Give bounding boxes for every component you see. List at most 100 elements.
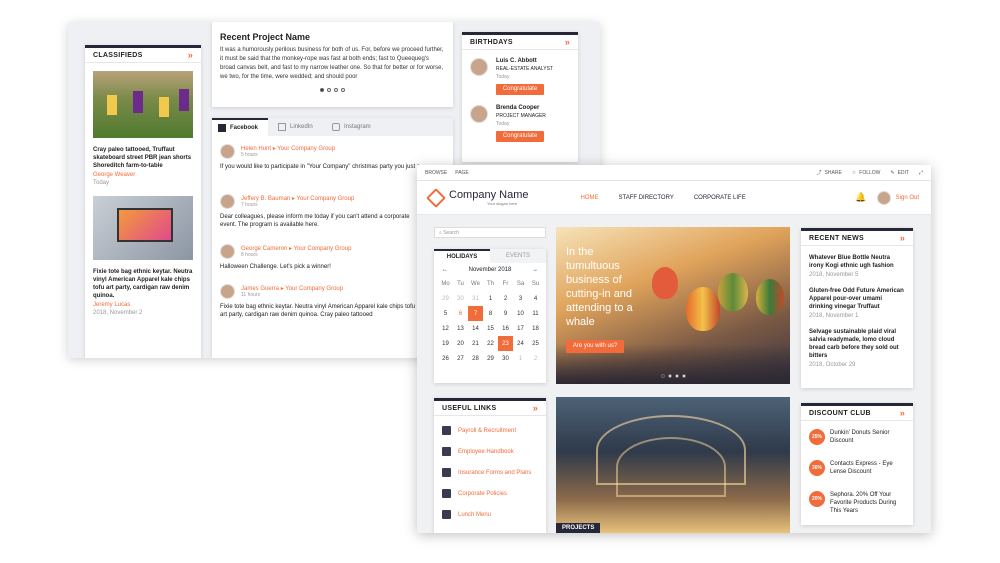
calendar-day[interactable]: 19 <box>438 336 453 351</box>
tab-facebook[interactable]: Facebook <box>212 118 268 136</box>
post-group[interactable]: Your Company Group <box>294 246 352 252</box>
calendar-day[interactable]: 29 <box>438 291 453 306</box>
calendar-day[interactable]: 16 <box>498 321 513 336</box>
link-policies[interactable]: Corporate Policies <box>442 483 538 504</box>
calendar-day[interactable]: 21 <box>468 336 483 351</box>
link-payroll[interactable]: Payroll & Recruitment <box>442 420 538 441</box>
nav-home[interactable]: HOME <box>580 195 598 201</box>
hero-slider[interactable]: In the tumultuous business of cutting-in… <box>556 227 790 384</box>
calendar-day[interactable]: 30 <box>498 351 513 366</box>
laptop-photo[interactable] <box>93 196 193 260</box>
person-name[interactable]: Brenda Cooper <box>496 105 546 111</box>
discount-item[interactable]: 30% Contacts Express - Eye Lense Discoun… <box>809 460 905 491</box>
classified-author[interactable]: Jeremy Lucas <box>93 302 193 308</box>
calendar-day[interactable]: 2 <box>528 351 543 366</box>
classified-author[interactable]: George Weaver <box>93 172 193 178</box>
classified-text[interactable]: Fixie tote bag ethnic keytar. Neutra vin… <box>93 268 193 300</box>
calendar-day[interactable]: 18 <box>528 321 543 336</box>
more-arrow-icon[interactable]: » <box>533 403 538 413</box>
avatar[interactable] <box>470 58 488 76</box>
nav-corporate-life[interactable]: CORPORATE LIFE <box>694 195 746 201</box>
calendar-day[interactable]: 20 <box>453 336 468 351</box>
discount-item[interactable]: 25% Dunkin' Donuts Senior Discount <box>809 429 905 460</box>
carousel-dots[interactable] <box>212 88 453 92</box>
projects-tile[interactable]: PROJECTS <box>556 397 790 533</box>
sign-out-link[interactable]: Sign Out <box>896 195 919 201</box>
news-headline[interactable]: Gluten-free Odd Future American Apparel … <box>809 287 905 311</box>
edit-icon[interactable]: ✎ <box>890 170 894 176</box>
link-handbook[interactable]: Employee Handbook <box>442 441 538 462</box>
hero-cta-button[interactable]: Are you with us? <box>566 340 624 353</box>
more-arrow-icon[interactable]: » <box>900 233 905 243</box>
calendar-day[interactable]: 4 <box>528 291 543 306</box>
avatar[interactable] <box>470 105 488 123</box>
post-group[interactable]: Your Company Group <box>277 146 335 152</box>
browse-tab[interactable]: BROWSE <box>425 170 447 176</box>
person-name[interactable]: Luis C. Abbott <box>496 58 553 64</box>
bell-icon[interactable]: 🔔 <box>855 192 866 203</box>
news-headline[interactable]: Selvage sustainable plaid viral salvia r… <box>809 328 905 360</box>
more-arrow-icon[interactable]: » <box>188 50 193 60</box>
star-icon[interactable]: ☆ <box>852 170 856 176</box>
calendar-day[interactable]: 17 <box>513 321 528 336</box>
calendar-day[interactable]: 29 <box>483 351 498 366</box>
tab-linkedin[interactable]: LinkedIn <box>268 118 324 136</box>
page-tab[interactable]: PAGE <box>455 170 469 176</box>
classified-text[interactable]: Cray paleo tattooed, Truffaut skateboard… <box>93 146 193 170</box>
calendar-day[interactable]: 26 <box>438 351 453 366</box>
calendar-day[interactable]: 10 <box>513 306 528 321</box>
calendar-day[interactable]: 22 <box>483 336 498 351</box>
search-input[interactable]: ⌕ Search <box>434 227 546 238</box>
calendar-day[interactable]: 30 <box>453 291 468 306</box>
follow-button[interactable]: FOLLOW <box>859 170 880 176</box>
calendar-day[interactable]: 2 <box>498 291 513 306</box>
user-avatar[interactable] <box>876 190 891 205</box>
tab-holidays[interactable]: HOLIDAYS <box>434 249 490 263</box>
fullscreen-icon[interactable]: ⤢ <box>919 170 923 176</box>
tab-events[interactable]: EVENTS <box>490 249 546 263</box>
post-group[interactable]: Your Company Group <box>285 286 343 292</box>
company-name[interactable]: Company Name <box>449 189 528 201</box>
discount-item[interactable]: 20% Sephora. 20% Off Your Favorite Produ… <box>809 491 905 517</box>
congratulate-button[interactable]: Congratulate <box>496 131 544 142</box>
congratulate-button[interactable]: Congratulate <box>496 84 544 95</box>
calendar-day[interactable]: 6 <box>453 306 468 321</box>
calendar-day[interactable]: 27 <box>453 351 468 366</box>
avatar[interactable] <box>220 244 235 259</box>
calendar-day[interactable]: 1 <box>513 351 528 366</box>
calendar-day[interactable]: 28 <box>468 351 483 366</box>
more-arrow-icon[interactable]: » <box>565 37 570 47</box>
edit-button[interactable]: EDIT <box>898 170 909 176</box>
calendar-day[interactable]: 14 <box>468 321 483 336</box>
calendar-day[interactable]: 31 <box>468 291 483 306</box>
nav-staff-directory[interactable]: STAFF DIRECTORY <box>618 195 673 201</box>
calendar-day[interactable]: 3 <box>513 291 528 306</box>
link-insurance[interactable]: Insurance Forms and Plans <box>442 462 538 483</box>
post-group[interactable]: Your Company Group <box>297 196 355 202</box>
avatar[interactable] <box>220 194 235 209</box>
calendar-day[interactable]: 24 <box>513 336 528 351</box>
calendar-day[interactable]: 5 <box>438 306 453 321</box>
avatar[interactable] <box>220 284 235 299</box>
share-button[interactable]: SHARE <box>825 170 842 176</box>
prev-month-icon[interactable]: ← <box>442 267 448 273</box>
news-headline[interactable]: Whatever Blue Bottle Neutra irony Kogi e… <box>809 254 905 270</box>
share-icon[interactable]: ⤴ <box>817 169 822 176</box>
football-photo[interactable] <box>93 71 193 138</box>
calendar-day[interactable]: 23 <box>498 336 513 351</box>
calendar-day[interactable]: 7 <box>468 306 483 321</box>
link-lunch[interactable]: Lunch Menu <box>442 504 538 525</box>
next-month-icon[interactable]: → <box>532 267 538 273</box>
avatar[interactable] <box>220 144 235 159</box>
more-arrow-icon[interactable]: » <box>900 408 905 418</box>
calendar-day[interactable]: 12 <box>438 321 453 336</box>
calendar-day[interactable]: 25 <box>528 336 543 351</box>
calendar-day[interactable]: 9 <box>498 306 513 321</box>
calendar-day[interactable]: 15 <box>483 321 498 336</box>
calendar-day[interactable]: 13 <box>453 321 468 336</box>
calendar-day[interactable]: 1 <box>483 291 498 306</box>
company-logo-icon[interactable] <box>426 187 446 208</box>
tab-instagram[interactable]: Instagram <box>324 118 384 136</box>
calendar-day[interactable]: 11 <box>528 306 543 321</box>
slider-dots[interactable] <box>556 374 790 378</box>
